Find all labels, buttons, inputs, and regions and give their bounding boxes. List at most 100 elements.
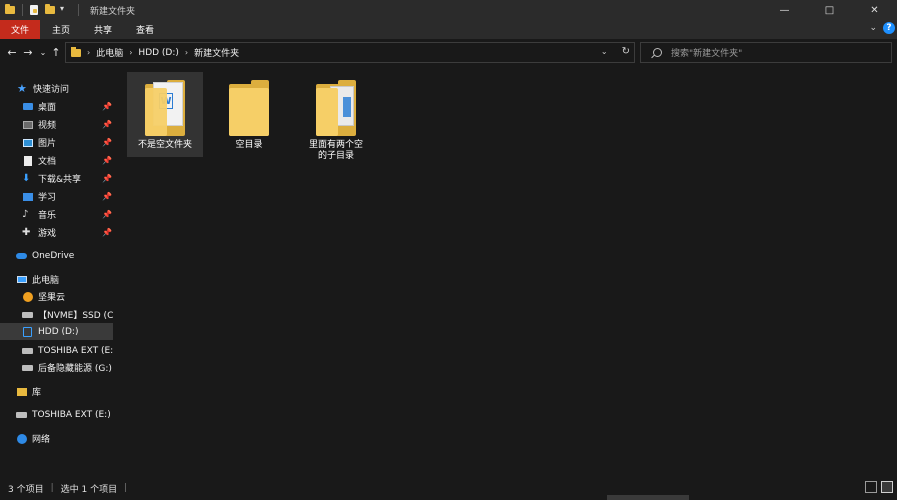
title-bar: ▾ 新建文件夹 — □ ✕ xyxy=(0,0,897,20)
sidebar-item-label: HDD (D:) xyxy=(38,326,79,337)
sidebar-item-quick-access[interactable]: ★ 快速访问 xyxy=(0,80,113,97)
game-icon: ✚ xyxy=(22,227,31,238)
folder-icon xyxy=(71,46,81,57)
drive-icon xyxy=(16,409,27,420)
folder-icon xyxy=(4,4,16,16)
details-view-icon[interactable] xyxy=(865,481,877,493)
sidebar-item-drive-e[interactable]: TOSHIBA EXT (E:) xyxy=(0,342,113,359)
star-icon: ★ xyxy=(17,82,27,95)
sidebar-item-pictures[interactable]: 图片 📌 xyxy=(0,134,113,151)
tab-view[interactable]: 查看 xyxy=(124,20,166,39)
close-button[interactable]: ✕ xyxy=(852,0,897,20)
chevron-right-icon[interactable]: › xyxy=(129,48,132,57)
folder-item-with-subdirs[interactable]: 里面有两个空的子目录 xyxy=(298,72,374,172)
address-bar[interactable]: › 此电脑 › HDD (D:) › 新建文件夹 ⌄ ↻ xyxy=(65,42,635,63)
sidebar-item-toshiba[interactable]: TOSHIBA EXT (E:) xyxy=(0,406,113,423)
maximize-button[interactable]: □ xyxy=(807,0,852,20)
recent-locations-icon[interactable]: ⌄ xyxy=(36,45,50,59)
navigation-pane: ★ 快速访问 桌面 📌 视频 📌 图片 📌 文档 📌 ⬇ 下载&共享 📌 学习 … xyxy=(0,67,113,476)
pin-icon: 📌 xyxy=(102,210,112,219)
file-name: 里面有两个空的子目录 xyxy=(308,140,363,161)
status-bar: 3 个项目 | 选中 1 个项目 | xyxy=(0,476,897,500)
sidebar-item-documents[interactable]: 文档 📌 xyxy=(0,152,113,169)
file-name: 不是空文件夹 xyxy=(137,140,192,150)
tab-share[interactable]: 共享 xyxy=(82,20,124,39)
chevron-right-icon[interactable]: › xyxy=(87,48,90,57)
drive-icon xyxy=(22,362,33,373)
sidebar-item-label: OneDrive xyxy=(32,250,75,261)
horizontal-scrollbar[interactable] xyxy=(607,495,689,500)
folder-item-empty[interactable]: 空目录 xyxy=(211,72,287,157)
properties-icon[interactable] xyxy=(28,4,40,16)
chevron-down-icon[interactable]: ⌄ xyxy=(869,23,877,33)
sidebar-item-label: 【NVME】SSD (C: xyxy=(38,311,113,321)
folder-with-document-icon: W xyxy=(145,80,185,136)
breadcrumb-hdd[interactable]: HDD (D:) xyxy=(138,48,178,58)
minimize-button[interactable]: — xyxy=(762,0,807,20)
sidebar-item-drive-c[interactable]: 【NVME】SSD (C: xyxy=(0,306,113,323)
sidebar-item-desktop[interactable]: 桌面 📌 xyxy=(0,98,113,115)
sidebar-item-nutstore[interactable]: 坚果云 xyxy=(0,288,113,305)
drive-icon xyxy=(22,309,33,320)
back-arrow-icon[interactable]: ← xyxy=(5,45,19,59)
separator: | xyxy=(124,483,128,493)
refresh-icon[interactable]: ↻ xyxy=(622,46,630,57)
window-controls: — □ ✕ xyxy=(762,0,897,20)
breadcrumb-this-pc[interactable]: 此电脑 xyxy=(96,46,123,59)
sidebar-item-label: 下载&共享 xyxy=(38,175,82,185)
sidebar-item-label: 网络 xyxy=(32,435,51,445)
network-icon xyxy=(16,433,27,444)
help-icon[interactable]: ? xyxy=(883,22,895,34)
sidebar-item-label: TOSHIBA EXT (E:) xyxy=(38,345,113,356)
computer-icon xyxy=(16,274,27,285)
chevron-right-icon[interactable]: › xyxy=(185,48,188,57)
selection-count: 选中 1 个项目 xyxy=(60,484,118,495)
tab-file[interactable]: 文件 xyxy=(0,20,40,39)
pin-icon: 📌 xyxy=(102,174,112,183)
music-icon: ♪ xyxy=(22,209,29,220)
sidebar-item-label: 后备隐藏能源 (G:) xyxy=(38,364,112,374)
breadcrumb-new-folder[interactable]: 新建文件夹 xyxy=(194,46,239,59)
sidebar-item-drive-g[interactable]: 后备隐藏能源 (G:) xyxy=(0,359,113,376)
sidebar-item-onedrive[interactable]: OneDrive xyxy=(0,247,113,264)
folder-item-not-empty[interactable]: W 不是空文件夹 xyxy=(127,72,203,157)
new-folder-icon[interactable] xyxy=(44,4,56,16)
search-box[interactable]: 搜索"新建文件夹" xyxy=(640,42,892,63)
sidebar-item-music[interactable]: ♪ 音乐 📌 xyxy=(0,206,113,223)
pin-icon: 📌 xyxy=(102,192,112,201)
address-dropdown-icon[interactable]: ⌄ xyxy=(601,47,608,56)
file-list: W 不是空文件夹 空目录 里面有两个空的子目录 xyxy=(113,67,897,476)
tab-home[interactable]: 主页 xyxy=(40,20,82,39)
sidebar-item-games[interactable]: ✚ 游戏 📌 xyxy=(0,224,113,241)
ribbon-tabs: 文件 主页 共享 查看 ⌄ ? xyxy=(0,20,897,39)
sidebar-item-downloads[interactable]: ⬇ 下载&共享 📌 xyxy=(0,170,113,187)
drive-icon xyxy=(22,345,33,356)
search-placeholder[interactable]: 搜索"新建文件夹" xyxy=(671,46,742,59)
sidebar-item-drive-d[interactable]: HDD (D:) xyxy=(0,323,113,340)
pin-icon: 📌 xyxy=(102,120,112,129)
sidebar-item-label: 坚果云 xyxy=(38,293,66,303)
sidebar-item-label: 视频 xyxy=(38,121,57,131)
sidebar-item-network[interactable]: 网络 xyxy=(0,430,113,447)
hdd-icon xyxy=(22,326,33,337)
up-arrow-icon[interactable]: ↑ xyxy=(49,45,63,59)
customize-toolbar-icon[interactable]: ▾ xyxy=(60,4,72,16)
sidebar-item-label: 文档 xyxy=(38,157,57,167)
window-title: 新建文件夹 xyxy=(90,6,136,17)
navigation-bar: ← → ⌄ ↑ › 此电脑 › HDD (D:) › 新建文件夹 ⌄ ↻ 搜索"… xyxy=(0,39,897,67)
search-icon xyxy=(653,48,662,57)
sidebar-item-label: 桌面 xyxy=(38,103,57,113)
documents-icon xyxy=(22,155,33,166)
cloud-icon xyxy=(16,250,27,261)
desktop-icon xyxy=(22,101,33,112)
video-icon xyxy=(22,119,33,130)
folder-icon xyxy=(229,80,269,136)
large-icons-view-icon[interactable] xyxy=(881,481,893,493)
forward-arrow-icon[interactable]: → xyxy=(21,45,35,59)
sidebar-item-this-pc[interactable]: 此电脑 xyxy=(0,271,113,288)
sidebar-item-study[interactable]: 学习 📌 xyxy=(0,188,113,205)
sidebar-item-label: 学习 xyxy=(38,193,57,203)
sidebar-item-library[interactable]: 库 xyxy=(0,383,113,400)
folder-with-files-icon xyxy=(316,80,356,136)
sidebar-item-video[interactable]: 视频 📌 xyxy=(0,116,113,133)
